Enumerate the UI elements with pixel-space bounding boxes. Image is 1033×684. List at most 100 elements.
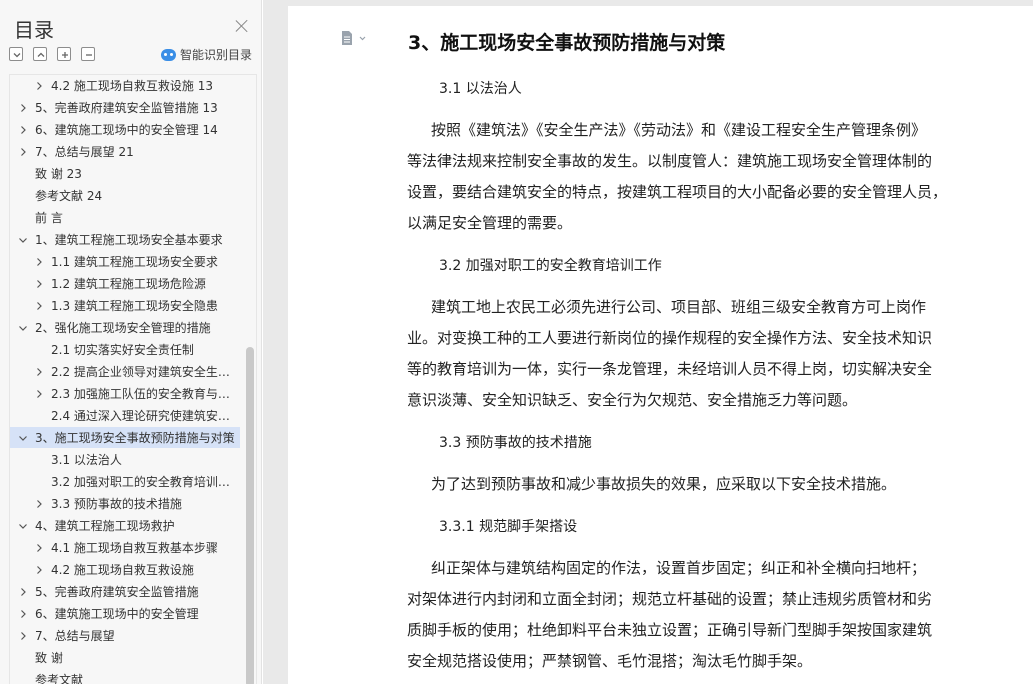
toc-item[interactable]: 7、总结与展望 21 (10, 141, 240, 162)
expand-down-icon[interactable] (9, 47, 23, 61)
toc-item[interactable]: 7、总结与展望 (10, 625, 240, 646)
toc-item[interactable]: 2.3 加强施工队伍的安全教育与培训 (10, 383, 240, 404)
sidebar-title: 目录 (14, 18, 54, 42)
toc-item-label: 2.1 切实落实好安全责任制 (51, 343, 194, 357)
paragraph-line: 业。对变换工种的工人要进行新岗位的操作规程的安全操作方法、安全技术知识 (407, 329, 933, 347)
toc-item-label: 2.2 提高企业领导对建筑安全生产的重视 (51, 365, 240, 379)
toc-scrollbar-thumb[interactable] (246, 347, 254, 684)
toc-item-label: 4.1 施工现场自救互救基本步骤 (51, 541, 218, 555)
toc-item[interactable]: 3、施工现场安全事故预防措施与对策 (10, 427, 240, 448)
chevron-down-icon[interactable] (18, 235, 28, 245)
toc-item[interactable]: 5、完善政府建筑安全监管措施 (10, 581, 240, 602)
toc-item-label: 1.1 建筑工程施工现场安全要求 (51, 255, 218, 269)
toc-item-label: 致 谢 23 (35, 167, 82, 181)
paragraph-line: 安全规范搭设使用；严禁钢管、毛竹混搭；淘汰毛竹脚手架。 (407, 652, 813, 670)
toc-item[interactable]: 1.1 建筑工程施工现场安全要求 (10, 251, 240, 272)
close-icon[interactable] (234, 18, 250, 34)
toc-item-label: 1.2 建筑工程施工现场危险源 (51, 277, 206, 291)
paragraph-line: 为了达到预防事故和减少事故损失的效果，应采取以下安全技术措施。 (431, 475, 897, 493)
chevron-right-icon[interactable] (34, 279, 44, 289)
toc-item-label: 6、建筑施工现场中的安全管理 (35, 607, 199, 621)
toc-item-label: 2.4 通过深入理论研究使建筑安全管理 (51, 409, 240, 423)
toc-item[interactable]: 1、建筑工程施工现场安全基本要求 (10, 229, 240, 250)
paragraph-line: 等的教育培训为一体，实行一条龙管理，未经培训人员不得上岗，切实解决安全 (407, 360, 933, 378)
toc-item-label: 参考文献 (35, 673, 84, 684)
toc-item-label: 3、施工现场安全事故预防措施与对策 (35, 431, 235, 445)
chevron-right-icon[interactable] (34, 389, 44, 399)
section-heading: 3.1 以法治人 (439, 81, 522, 97)
paragraph-line: 以满足安全管理的需要。 (407, 214, 573, 232)
toc-spacer (34, 477, 44, 487)
chevron-right-icon[interactable] (18, 103, 28, 113)
toc-item[interactable]: 6、建筑施工现场中的安全管理 14 (10, 119, 240, 140)
toc-item[interactable]: 4.1 施工现场自救互救基本步骤 (10, 537, 240, 558)
toc-spacer (18, 169, 28, 179)
chevron-right-icon[interactable] (34, 543, 44, 553)
collapse-up-icon[interactable] (33, 47, 47, 61)
toc-item[interactable]: 4.2 施工现场自救互救设施 13 (10, 75, 240, 96)
toc-item[interactable]: 6、建筑施工现场中的安全管理 (10, 603, 240, 624)
chevron-right-icon[interactable] (18, 147, 28, 157)
paragraph-line: 质脚手板的使用；杜绝卸料平台未独立设置；正确引导新门型脚手架按国家建筑 (407, 621, 933, 639)
toc-item[interactable]: 3.1 以法治人 (10, 449, 240, 470)
toc-item-label: 4.2 施工现场自救互救设施 (51, 563, 194, 577)
toc-item[interactable]: 3.2 加强对职工的安全教育培训工作 (10, 471, 240, 492)
toc-item[interactable]: 致 谢 (10, 647, 240, 668)
chevron-right-icon[interactable] (34, 81, 44, 91)
toc-spacer (34, 345, 44, 355)
chevron-right-icon[interactable] (18, 587, 28, 597)
toc-item-label: 5、完善政府建筑安全监管措施 (35, 585, 199, 599)
paragraph-line: 按照《建筑法》《安全生产法》《劳动法》和《建设工程安全生产管理条例》 (431, 121, 927, 139)
plus-icon[interactable] (57, 47, 71, 61)
page-heading: 3、施工现场安全事故预防措施与对策 (408, 32, 726, 54)
document-menu-icon[interactable] (341, 30, 369, 46)
chevron-right-icon[interactable] (34, 257, 44, 267)
paragraph-line: 对架体进行内封闭和立面全封闭；规范立杆基础的设置；禁止违规劣质管材和劣 (407, 590, 933, 608)
chevron-down-icon[interactable] (18, 323, 28, 333)
minus-icon[interactable] (81, 47, 95, 61)
toc-item[interactable]: 2.4 通过深入理论研究使建筑安全管理 (10, 405, 240, 426)
chevron-down-icon[interactable] (18, 521, 28, 531)
toc-item[interactable]: 4.2 施工现场自救互救设施 (10, 559, 240, 580)
toc-spacer (18, 191, 28, 201)
toc-item[interactable]: 1.3 建筑工程施工现场安全隐患 (10, 295, 240, 316)
chevron-down-icon[interactable] (18, 433, 28, 443)
toc-item[interactable]: 2、强化施工现场安全管理的措施 (10, 317, 240, 338)
toc-item[interactable]: 2.1 切实落实好安全责任制 (10, 339, 240, 360)
toc-spacer (34, 455, 44, 465)
toc-item[interactable]: 参考文献 24 (10, 185, 240, 206)
toc-item-label: 7、总结与展望 (35, 629, 115, 643)
toc-spacer (18, 675, 28, 684)
toc-item-label: 2.3 加强施工队伍的安全教育与培训 (51, 387, 240, 401)
toc-item[interactable]: 前 言 (10, 207, 240, 228)
toc-item-label: 1.3 建筑工程施工现场安全隐患 (51, 299, 218, 313)
toc-item-label: 1、建筑工程施工现场安全基本要求 (35, 233, 223, 247)
paragraph-line: 意识淡薄、安全知识缺乏、安全行为欠规范、安全措施乏力等问题。 (407, 391, 858, 409)
chevron-right-icon[interactable] (18, 631, 28, 641)
toc-item[interactable]: 3.3 预防事故的技术措施 (10, 493, 240, 514)
toc-item[interactable]: 致 谢 23 (10, 163, 240, 184)
paragraph-line: 纠正架体与建筑结构固定的作法，设置首步固定；纠正和补全横向扫地杆； (431, 559, 927, 577)
smart-toc-label: 智能识别目录 (180, 48, 253, 62)
toc-tree: 4.2 施工现场自救互救设施 13 5、完善政府建筑安全监管措施 13 6、建筑施工… (9, 74, 257, 684)
toc-item[interactable]: 1.2 建筑工程施工现场危险源 (10, 273, 240, 294)
toc-item-label: 致 谢 (35, 651, 63, 665)
chevron-right-icon[interactable] (34, 499, 44, 509)
toc-item-label: 2、强化施工现场安全管理的措施 (35, 321, 211, 335)
smart-toc-button[interactable]: 智能识别目录 (161, 46, 252, 63)
robot-icon (161, 48, 176, 61)
toc-item[interactable]: 2.2 提高企业领导对建筑安全生产的重视 (10, 361, 240, 382)
chevron-right-icon[interactable] (34, 565, 44, 575)
toc-item[interactable]: 5、完善政府建筑安全监管措施 13 (10, 97, 240, 118)
toc-item[interactable]: 4、建筑工程施工现场救护 (10, 515, 240, 536)
toc-item-label: 6、建筑施工现场中的安全管理 14 (35, 123, 218, 137)
toc-item-label: 5、完善政府建筑安全监管措施 13 (35, 101, 218, 115)
toc-item[interactable]: 参考文献 (10, 669, 240, 684)
chevron-right-icon[interactable] (34, 301, 44, 311)
section-heading: 3.3 预防事故的技术措施 (439, 435, 592, 451)
toc-spacer (18, 653, 28, 663)
section-heading: 3.2 加强对职工的安全教育培训工作 (439, 258, 662, 274)
chevron-right-icon[interactable] (34, 367, 44, 377)
chevron-right-icon[interactable] (18, 609, 28, 619)
chevron-right-icon[interactable] (18, 125, 28, 135)
